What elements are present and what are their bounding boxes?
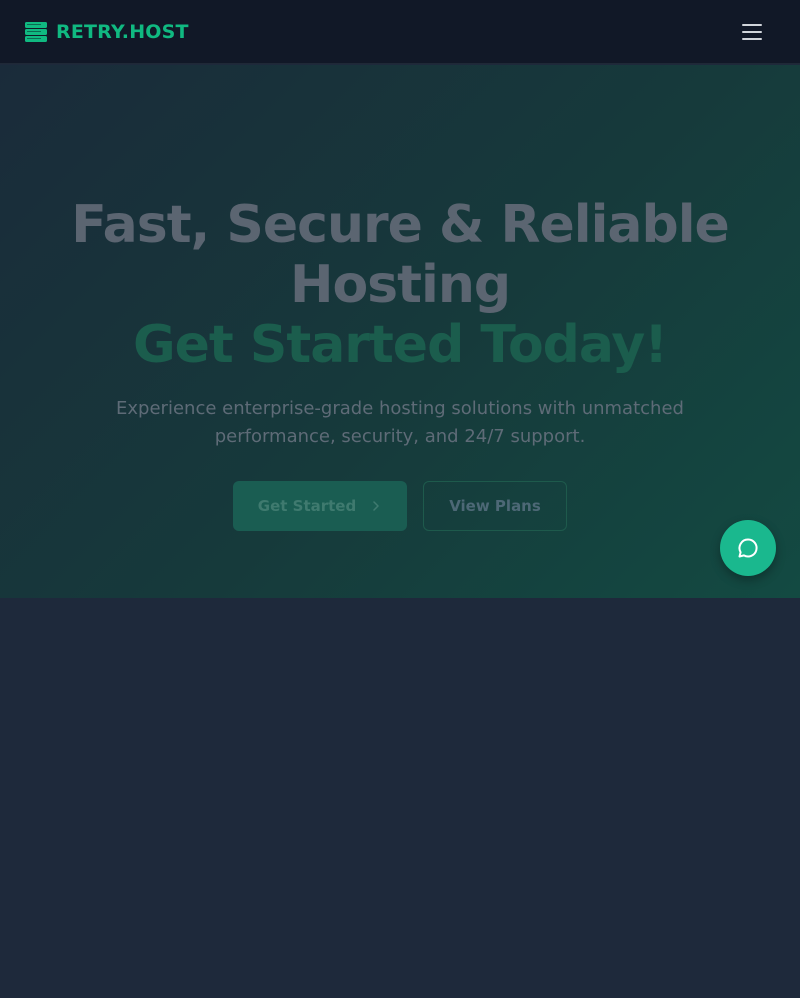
- view-plans-label: View Plans: [449, 497, 541, 515]
- brand-name: RETRY.HOST: [56, 20, 189, 43]
- hamburger-menu-icon[interactable]: [742, 20, 766, 44]
- brand-logo-link[interactable]: RETRY.HOST: [24, 21, 189, 43]
- hero-title-line: Hosting: [289, 255, 511, 315]
- top-navbar: RETRY.HOST: [0, 0, 800, 64]
- hero-title: Fast, Secure & Reliable Hosting Get Star…: [0, 195, 800, 375]
- chat-bubble-icon: [738, 538, 758, 558]
- chevron-right-icon: [373, 501, 379, 511]
- menu-bar: [742, 30, 762, 33]
- hero-subtitle: Experience enterprise-grade hosting solu…: [110, 395, 690, 451]
- server-stack-icon: [25, 21, 47, 42]
- hero-title-line: Fast, Secure & Reliable: [71, 195, 730, 255]
- content-section: [0, 598, 800, 998]
- chat-button[interactable]: [720, 520, 776, 576]
- hero-section: Fast, Secure & Reliable Hosting Get Star…: [0, 65, 800, 598]
- hero-subtitle-line: Experience enterprise-grade hosting solu…: [116, 398, 684, 419]
- menu-bar: [742, 37, 762, 40]
- get-started-label: Get Started: [257, 497, 357, 515]
- menu-bar: [742, 23, 762, 26]
- hero-subtitle-line: performance, security, and 24/7 support.: [214, 426, 586, 447]
- view-plans-button[interactable]: View Plans: [423, 481, 567, 531]
- get-started-button[interactable]: Get Started: [233, 481, 407, 531]
- hero-title-accent: Get Started Today!: [132, 315, 668, 375]
